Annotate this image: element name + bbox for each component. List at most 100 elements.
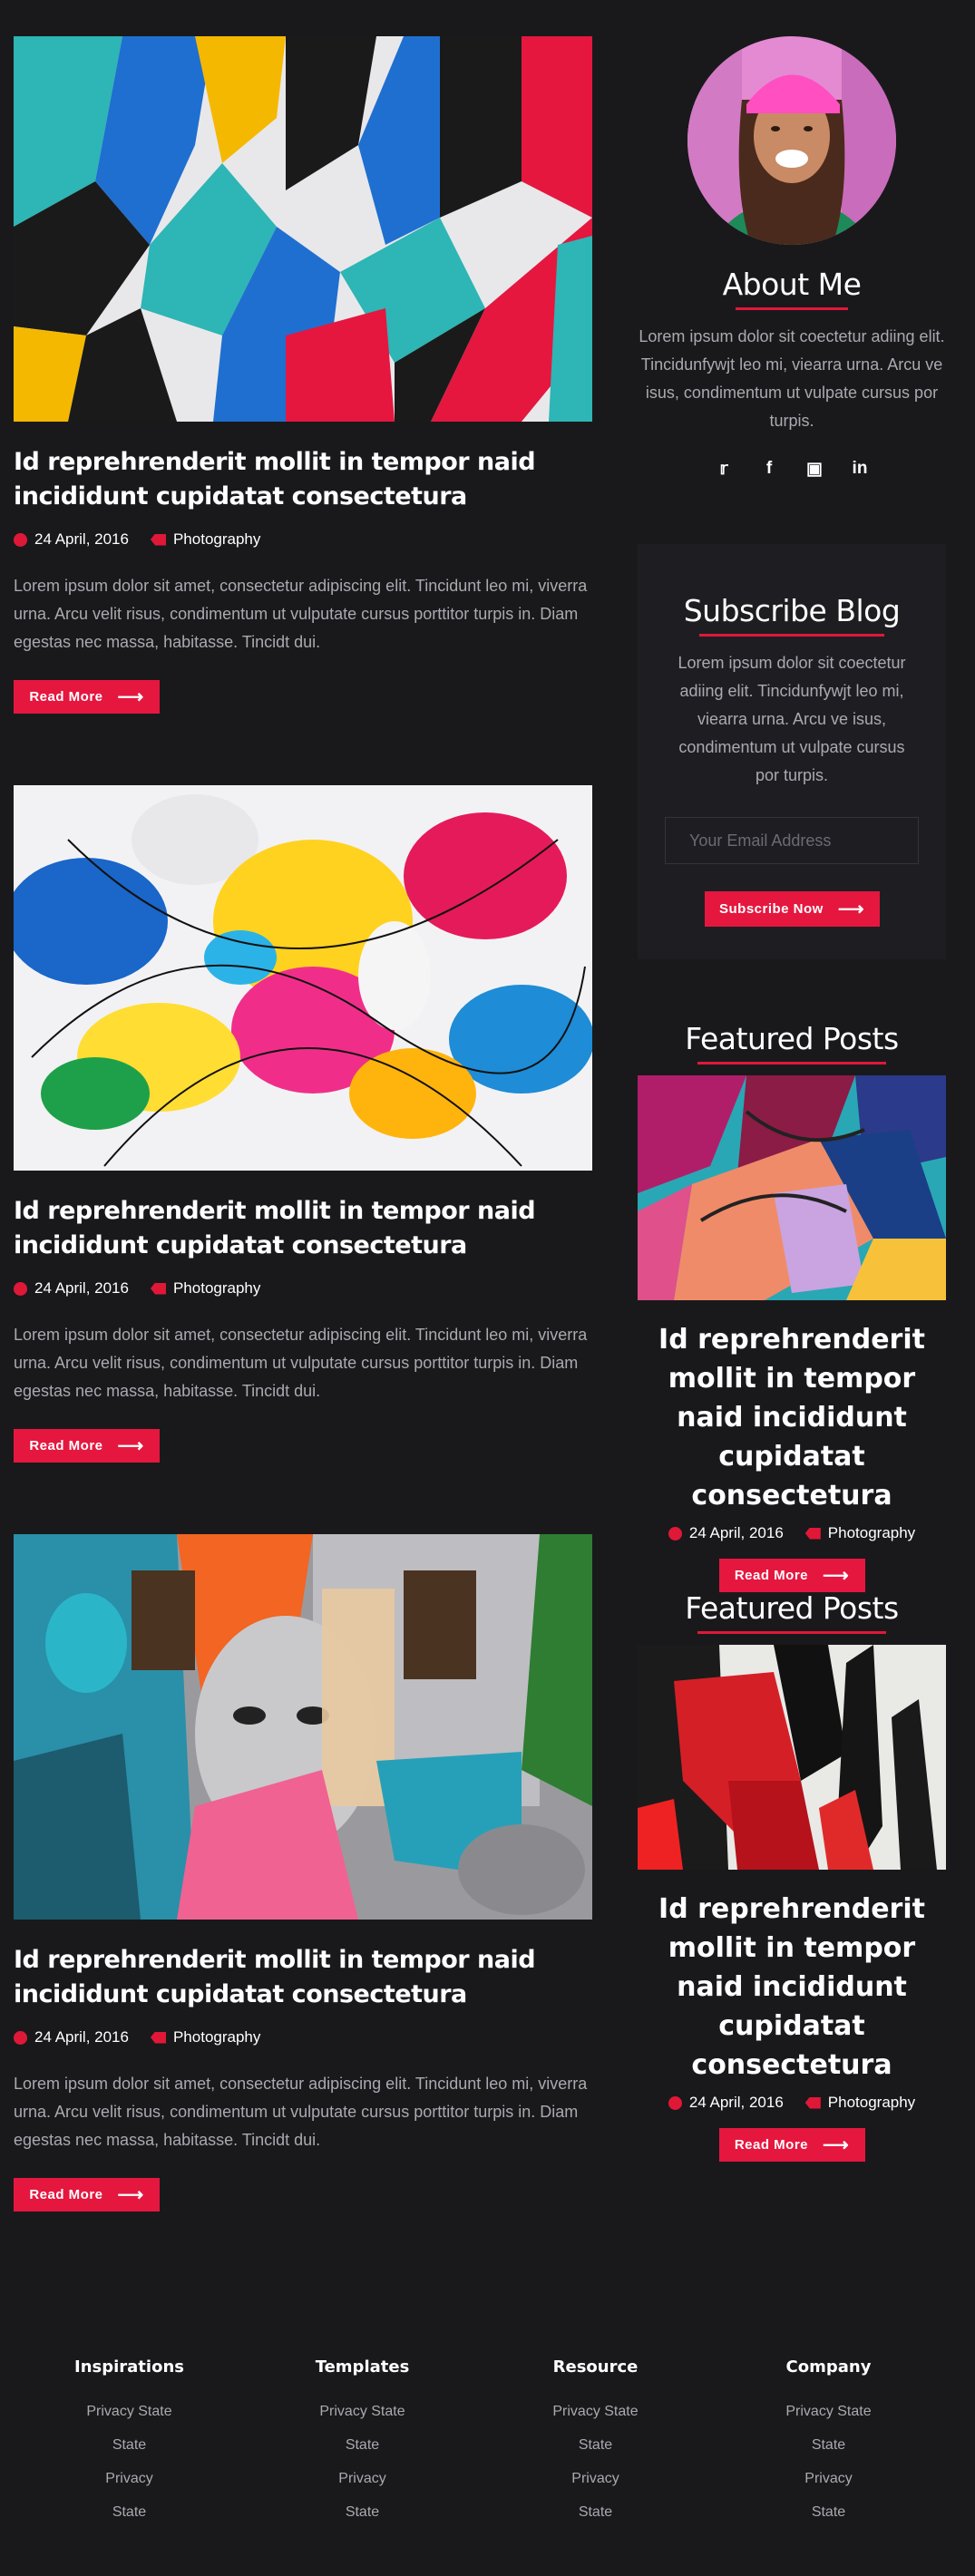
featured-post: Featured Posts Id reprehrenderit mollit … — [638, 1590, 946, 2162]
post-title[interactable]: Id reprehrenderit mollit in tempor naid … — [14, 445, 592, 514]
avatar — [687, 36, 896, 245]
featured-post: Featured Posts Id reprehrenderit mollit … — [638, 1021, 946, 1592]
footer-heading: Templates — [315, 2357, 410, 2377]
arrow-right-icon: ⟶ — [117, 1435, 144, 1456]
about-me-section: About Me Lorem ipsum dolor sit coectetur… — [638, 36, 946, 480]
footer-link[interactable]: State — [13, 2428, 246, 2462]
post-date: 24 April, 2016 — [34, 1279, 129, 1297]
title-underline — [697, 1631, 886, 1634]
footer-column-templates: Templates Privacy State State Privacy St… — [246, 2357, 479, 2529]
featured-title[interactable]: Id reprehrenderit mollit in tempor naid … — [638, 1320, 946, 1515]
post-category[interactable]: Photography — [173, 1279, 260, 1298]
read-more-label: Read More — [29, 689, 103, 705]
footer-link[interactable]: Privacy State — [712, 2395, 945, 2428]
post-category[interactable]: Photography — [173, 2028, 260, 2046]
footer-link[interactable]: Privacy — [246, 2462, 479, 2495]
footer-link[interactable]: Privacy — [13, 2462, 246, 2495]
tag-icon — [150, 533, 166, 546]
subscribe-text: Lorem ipsum dolor sit coectetur adiing e… — [678, 654, 906, 784]
title-underline — [736, 307, 848, 310]
subscribe-label: Subscribe Now — [718, 901, 824, 917]
arrow-right-icon: ⟶ — [823, 1565, 850, 1586]
calendar-icon — [14, 1281, 27, 1296]
post-date: 24 April, 2016 — [688, 1524, 784, 1541]
footer-link[interactable]: Privacy — [712, 2462, 945, 2495]
social-links: 𝕣 f ▣ in — [638, 459, 946, 480]
about-title: About Me — [722, 267, 862, 302]
featured-image-red-abstract[interactable] — [638, 1645, 946, 1870]
footer-link[interactable]: Privacy State — [246, 2395, 479, 2428]
calendar-icon — [668, 2095, 682, 2110]
post-category[interactable]: Photography — [173, 530, 260, 549]
footer-heading: Company — [785, 2357, 872, 2377]
post-date: 24 April, 2016 — [34, 530, 129, 548]
arrow-right-icon: ⟶ — [117, 686, 144, 707]
post-image-paint-splash[interactable] — [14, 785, 592, 1171]
footer-link[interactable]: State — [712, 2428, 945, 2462]
post-meta: 24 April, 2016 Photography — [14, 1279, 592, 1298]
post-title[interactable]: Id reprehrenderit mollit in tempor naid … — [14, 1943, 592, 2012]
featured-image-hands-mural[interactable] — [638, 1075, 946, 1300]
post-image-street-mural[interactable] — [14, 1534, 592, 1920]
footer-link[interactable]: State — [479, 2428, 712, 2462]
read-more-label: Read More — [29, 2187, 103, 2202]
blog-post: Id reprehrenderit mollit in tempor naid … — [14, 1534, 592, 2211]
footer-link[interactable]: Privacy State — [13, 2395, 246, 2428]
title-underline — [697, 1062, 886, 1064]
post-meta: 24 April, 2016 Photography — [638, 1524, 946, 1542]
featured-heading: Featured Posts — [685, 1590, 899, 1626]
footer-link[interactable]: State — [246, 2428, 479, 2462]
calendar-icon — [14, 2030, 27, 2045]
tag-icon — [150, 1282, 166, 1295]
linkedin-icon[interactable]: in — [851, 459, 869, 480]
blog-post: Id reprehrenderit mollit in tempor naid … — [14, 785, 592, 1463]
post-title[interactable]: Id reprehrenderit mollit in tempor naid … — [14, 1194, 592, 1263]
email-field[interactable] — [665, 817, 919, 864]
footer-column-company: Company Privacy State State Privacy Stat… — [712, 2357, 945, 2529]
tag-icon — [804, 1527, 821, 1540]
footer-link[interactable]: State — [246, 2495, 479, 2529]
footer-link[interactable]: State — [712, 2495, 945, 2529]
blog-post: Id reprehrenderit mollit in tempor naid … — [14, 36, 592, 714]
facebook-icon[interactable]: f — [760, 459, 778, 480]
footer-link[interactable]: Privacy State — [479, 2395, 712, 2428]
post-meta: 24 April, 2016 Photography — [14, 2028, 592, 2046]
calendar-icon — [668, 1526, 682, 1541]
about-text: Lorem ipsum dolor sit coectetur adiing e… — [639, 327, 945, 430]
footer-link[interactable]: State — [13, 2495, 246, 2529]
arrow-right-icon: ⟶ — [837, 899, 865, 919]
read-more-button[interactable]: Read More ⟶ — [718, 1559, 865, 1592]
footer-link[interactable]: Privacy — [479, 2462, 712, 2495]
tag-icon — [804, 2096, 821, 2109]
post-category[interactable]: Photography — [828, 1524, 915, 1542]
post-meta: 24 April, 2016 Photography — [14, 530, 592, 549]
footer-heading: Resource — [552, 2357, 639, 2377]
read-more-label: Read More — [734, 1568, 808, 1583]
arrow-right-icon: ⟶ — [823, 2134, 850, 2155]
subscribe-title: Subscribe Blog — [683, 593, 901, 628]
subscribe-section: Subscribe Blog Lorem ipsum dolor sit coe… — [638, 544, 946, 959]
site-footer: Inspirations Privacy State State Privacy… — [0, 2357, 975, 2529]
read-more-button[interactable]: Read More ⟶ — [14, 1429, 160, 1463]
post-date: 24 April, 2016 — [34, 2028, 129, 2046]
featured-title[interactable]: Id reprehrenderit mollit in tempor naid … — [638, 1890, 946, 2085]
read-more-button[interactable]: Read More ⟶ — [718, 2128, 865, 2162]
twitter-icon[interactable]: 𝕣 — [715, 459, 733, 480]
post-category[interactable]: Photography — [828, 2094, 915, 2112]
footer-link[interactable]: State — [479, 2495, 712, 2529]
footer-column-resource: Resource Privacy State State Privacy Sta… — [479, 2357, 712, 2529]
read-more-label: Read More — [734, 2137, 808, 2153]
footer-column-inspirations: Inspirations Privacy State State Privacy… — [13, 2357, 246, 2529]
instagram-icon[interactable]: ▣ — [805, 459, 824, 480]
calendar-icon — [14, 532, 27, 547]
arrow-right-icon: ⟶ — [117, 2184, 144, 2205]
post-excerpt: Lorem ipsum dolor sit amet, consectetur … — [14, 2075, 588, 2149]
subscribe-button[interactable]: Subscribe Now ⟶ — [704, 891, 880, 927]
read-more-button[interactable]: Read More ⟶ — [14, 2178, 160, 2211]
post-excerpt: Lorem ipsum dolor sit amet, consectetur … — [14, 1326, 588, 1400]
footer-heading: Inspirations — [74, 2357, 184, 2377]
post-image-geometric-mural[interactable] — [14, 36, 592, 422]
tag-icon — [150, 2031, 166, 2044]
post-date: 24 April, 2016 — [688, 2094, 784, 2111]
read-more-button[interactable]: Read More ⟶ — [14, 680, 160, 714]
